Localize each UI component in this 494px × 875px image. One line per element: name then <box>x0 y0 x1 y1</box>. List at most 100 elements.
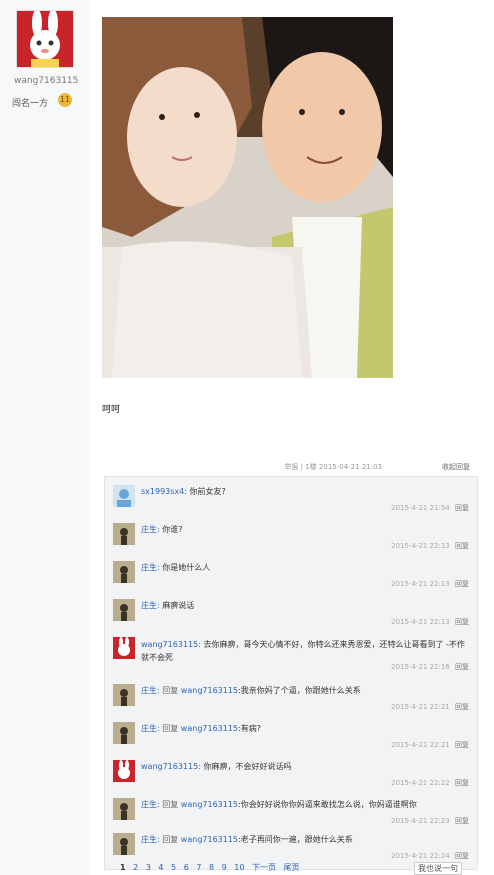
list-item: 庄生: 你是她什么人 2015-4-21 22:13 回复 <box>105 553 477 593</box>
comment-text: 庄生: 回复 wang7163115:老子再问你一遍，跟她什么关系 <box>141 834 353 845</box>
avatar[interactable] <box>113 523 135 545</box>
comment-user[interactable]: wang7163115: <box>141 640 201 649</box>
couple-selfie-image <box>102 17 393 378</box>
author-rank: 闯名一方 <box>12 99 49 109</box>
reply-button[interactable]: 回复 <box>455 817 469 825</box>
reply-bar: 举报 | 1楼 2015-04-21 21:03 收起回复 <box>104 460 474 474</box>
page-link[interactable]: 1 <box>120 863 126 872</box>
avatar[interactable] <box>113 561 135 583</box>
user-avatar-icon <box>113 523 135 545</box>
avatar[interactable] <box>113 722 135 744</box>
list-item: wang7163115: 去你麻痹，哥今天心情不好，你特么还来秀恩爱，还特么让哥… <box>105 629 477 672</box>
user-avatar-icon <box>113 599 135 621</box>
comment-time: 2015-4-21 22:22 回复 <box>391 778 469 788</box>
comment-text: 庄生: 麻痹说话 <box>141 600 194 611</box>
comment-text: wang7163115: 去你麻痹，哥今天心情不好，你特么还来秀恩爱，还特么让哥… <box>141 638 466 664</box>
avatar[interactable] <box>113 684 135 706</box>
avatar[interactable] <box>113 599 135 621</box>
comment-text: 庄生: 回复 wang7163115:有病? <box>141 723 261 734</box>
comment-user[interactable]: wang7163115: <box>141 762 201 771</box>
reply-button[interactable]: 回复 <box>455 580 469 588</box>
page-link[interactable]: 2 <box>133 863 138 872</box>
reply-prefix: 回复 <box>162 835 179 844</box>
user-avatar-icon <box>113 722 135 744</box>
collapse-replies-link[interactable]: 收起回复 <box>442 462 470 472</box>
comment-user[interactable]: 庄生: <box>141 835 160 844</box>
page-link[interactable]: 5 <box>171 863 176 872</box>
page-link[interactable]: 7 <box>196 863 201 872</box>
author-username[interactable]: wang7163115 <box>14 76 78 86</box>
timestamp: 2015-4-21 21:54 <box>391 504 450 512</box>
last-page-link[interactable]: 尾页 <box>284 863 300 872</box>
comment-text: 庄生: 回复 wang7163115:我亲你妈了个逼，你跟她什么关系 <box>141 685 361 696</box>
page-link[interactable]: 10 <box>234 863 244 872</box>
list-item: 庄生: 麻痹说话 2015-4-21 22:13 回复 <box>105 591 477 631</box>
comment-text: 庄生: 你是她什么人 <box>141 562 210 573</box>
reply-button[interactable]: 回复 <box>455 663 469 671</box>
comment-body: 你前女友? <box>189 487 226 496</box>
comment-user[interactable]: 庄生: <box>141 724 160 733</box>
user-avatar-icon <box>113 798 135 820</box>
reply-target[interactable]: wang7163115 <box>181 835 238 844</box>
comment-time: 2015-4-21 22:24 回复 <box>391 851 469 861</box>
list-item: 庄生: 回复 wang7163115:你会好好说你你妈逼来敢找怎么说，你妈逼谁啊… <box>105 790 477 830</box>
list-item: 庄生: 你谁? 2015-4-21 22:13 回复 <box>105 515 477 555</box>
timestamp: 2015-4-21 22:24 <box>391 852 450 860</box>
comment-body: 你是她什么人 <box>162 563 211 572</box>
reply-target[interactable]: wang7163115 <box>181 686 238 695</box>
reply-button[interactable]: 回复 <box>455 618 469 626</box>
user-avatar-icon <box>113 485 135 507</box>
comment-time: 2015-4-21 21:54 回复 <box>391 503 469 513</box>
comment-user[interactable]: 庄生: <box>141 525 160 534</box>
list-item: sx1993sx4: 你前女友? 2015-4-21 21:54 回复 <box>105 477 477 517</box>
comment-time: 2015-4-21 22:16 回复 <box>391 662 469 672</box>
next-page-link[interactable]: 下一页 <box>252 863 276 872</box>
timestamp: 2015-4-21 22:16 <box>391 663 450 671</box>
user-avatar-icon <box>113 833 135 855</box>
reply-button[interactable]: 回复 <box>455 779 469 787</box>
avatar[interactable] <box>113 760 135 782</box>
comment-user[interactable]: 庄生: <box>141 563 160 572</box>
avatar[interactable] <box>113 798 135 820</box>
reply-button[interactable]: 回复 <box>455 703 469 711</box>
comment-time: 2015-4-21 22:13 回复 <box>391 541 469 551</box>
list-item: 庄生: 回复 wang7163115:我亲你妈了个逼，你跟她什么关系 2015-… <box>105 676 477 716</box>
page-link[interactable]: 3 <box>146 863 151 872</box>
reply-prefix: 回复 <box>162 686 179 695</box>
comment-user[interactable]: 庄生: <box>141 800 160 809</box>
say-more-button[interactable]: 我也说一句 <box>414 862 462 875</box>
comment-body: 你麻痹，不会好好说话吗 <box>203 762 292 771</box>
page-link[interactable]: 8 <box>209 863 214 872</box>
comment-list: sx1993sx4: 你前女友? 2015-4-21 21:54 回复 庄生: … <box>104 476 478 870</box>
list-item: 庄生: 回复 wang7163115:老子再问你一遍，跟她什么关系 2015-4… <box>105 825 477 865</box>
user-avatar-icon <box>113 561 135 583</box>
author-avatar[interactable] <box>16 10 74 68</box>
page-link[interactable]: 4 <box>158 863 163 872</box>
reply-button[interactable]: 回复 <box>455 852 469 860</box>
comment-user[interactable]: 庄生: <box>141 686 160 695</box>
comment-text: sx1993sx4: 你前女友? <box>141 486 226 497</box>
reply-button[interactable]: 回复 <box>455 504 469 512</box>
timestamp: 2015-4-21 22:13 <box>391 618 450 626</box>
page-link[interactable]: 9 <box>222 863 227 872</box>
comment-user[interactable]: sx1993sx4: <box>141 487 187 496</box>
avatar[interactable] <box>113 485 135 507</box>
reply-button[interactable]: 回复 <box>455 741 469 749</box>
avatar[interactable] <box>113 637 135 659</box>
reply-button[interactable]: 回复 <box>455 542 469 550</box>
comment-time: 2015-4-21 22:13 回复 <box>391 579 469 589</box>
comment-user[interactable]: 庄生: <box>141 601 160 610</box>
reply-target[interactable]: wang7163115 <box>181 724 238 733</box>
timestamp: 2015-4-21 22:23 <box>391 817 450 825</box>
page-link[interactable]: 6 <box>184 863 189 872</box>
floor-meta[interactable]: 举报 | 1楼 2015-04-21 21:03 <box>284 462 382 472</box>
post-photo <box>102 17 393 378</box>
user-avatar-icon <box>113 684 135 706</box>
timestamp: 2015-4-21 22:22 <box>391 779 450 787</box>
reply-prefix: 回复 <box>162 724 179 733</box>
avatar[interactable] <box>113 833 135 855</box>
comment-body: 麻痹说话 <box>162 601 195 610</box>
timestamp: 2015-4-21 22:13 <box>391 580 450 588</box>
level-badge: 11 <box>58 93 72 107</box>
reply-target[interactable]: wang7163115 <box>181 800 238 809</box>
